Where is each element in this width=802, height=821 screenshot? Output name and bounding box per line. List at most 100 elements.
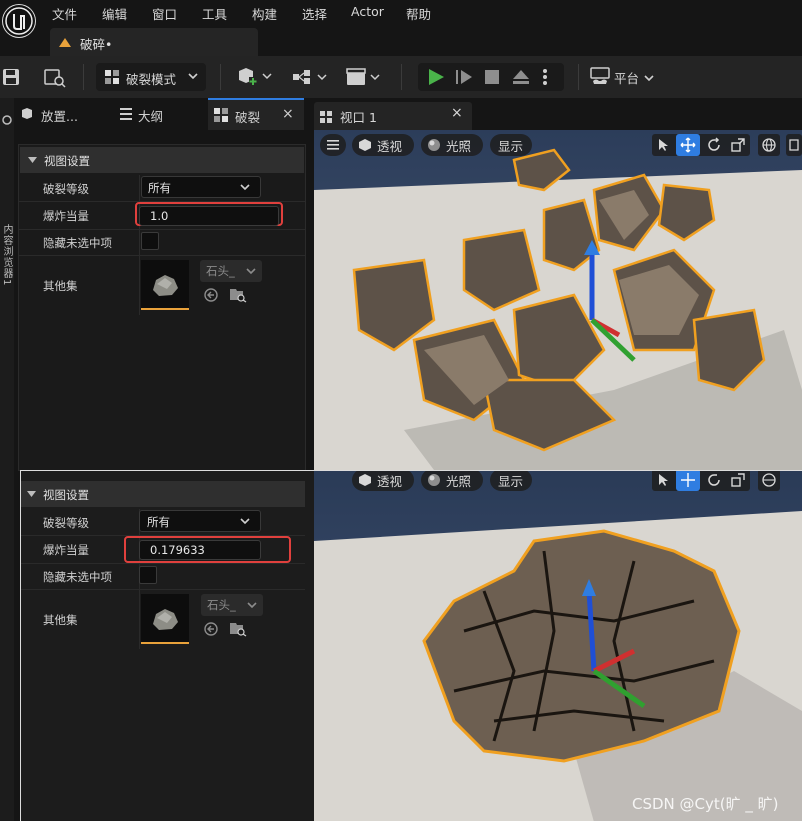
viewport-tab[interactable]: 视口 1 × xyxy=(314,102,472,130)
stop-icon[interactable] xyxy=(484,69,500,85)
scale-icon[interactable] xyxy=(730,137,746,153)
use-selected-icon[interactable] xyxy=(204,622,218,636)
asset-combo[interactable]: 石头_ xyxy=(200,260,262,282)
menu-build[interactable]: 构建 xyxy=(252,4,277,23)
sphere-icon xyxy=(428,474,440,486)
blueprint-icon[interactable] xyxy=(292,68,330,86)
document-tab[interactable]: 破碎• xyxy=(50,28,258,56)
cube-icon xyxy=(359,139,371,151)
show-button[interactable]: 显示 xyxy=(490,471,532,491)
perspective-button[interactable]: 透视 xyxy=(352,471,414,491)
section-title: 视图设置 xyxy=(44,154,90,168)
details-panel-bottom: 视图设置 破裂等级 所有 爆炸当量 0.179633 隐藏未选中项 其他集 石头… xyxy=(20,470,314,821)
step-icon[interactable] xyxy=(455,68,473,86)
menu-actor[interactable]: Actor xyxy=(351,4,384,19)
snap-button[interactable] xyxy=(786,134,802,156)
lighting-button[interactable]: 光照 xyxy=(421,471,483,491)
lighting-button[interactable]: 光照 xyxy=(421,134,483,156)
chevron-down-icon xyxy=(240,184,250,191)
section-header[interactable]: 视图设置 xyxy=(21,481,305,507)
chevron-down-icon xyxy=(246,268,256,275)
menu-help[interactable]: 帮助 xyxy=(406,4,431,23)
coordinate-space-button[interactable] xyxy=(758,471,780,491)
section-title: 视图设置 xyxy=(43,488,89,502)
menu-edit[interactable]: 编辑 xyxy=(102,4,127,23)
tab-outliner-label: 大纲 xyxy=(138,109,164,124)
hamburger-icon xyxy=(327,140,339,150)
menu-file[interactable]: 文件 xyxy=(52,4,77,23)
hide-unselected-checkbox[interactable] xyxy=(141,232,159,250)
hide-unselected-checkbox[interactable] xyxy=(139,566,157,584)
other-sets-label: 其他集 xyxy=(43,613,78,627)
column-divider xyxy=(139,175,140,315)
explode-amount-field[interactable]: 1.0 xyxy=(139,206,279,226)
menu-select[interactable]: 选择 xyxy=(302,4,327,23)
fracture-level-combo[interactable]: 所有 xyxy=(139,510,261,532)
asset-thumbnail[interactable] xyxy=(141,594,189,644)
fracture-level-label: 破裂等级 xyxy=(43,182,89,196)
content-drawer-strip[interactable]: 内容浏览器1 xyxy=(0,98,14,821)
sphere-icon xyxy=(428,139,440,151)
other-sets-label: 其他集 xyxy=(43,279,78,293)
content-browser-icon[interactable] xyxy=(44,68,66,88)
scale-icon[interactable] xyxy=(730,472,746,488)
globe-icon xyxy=(762,138,776,152)
collapse-arrow-icon xyxy=(28,157,37,163)
hide-unselected-label: 隐藏未选中项 xyxy=(43,236,112,250)
browse-icon[interactable] xyxy=(229,621,247,637)
tab-outliner[interactable]: 大纲 xyxy=(114,98,202,130)
tab-fracture[interactable]: 破裂 × xyxy=(208,98,304,130)
unreal-logo-icon[interactable] xyxy=(2,4,36,38)
eject-icon[interactable] xyxy=(512,68,530,86)
add-actor-icon[interactable] xyxy=(236,67,274,87)
fracture-level-combo[interactable]: 所有 xyxy=(141,176,261,198)
viewport-tab-label: 视口 1 xyxy=(340,110,377,125)
row-divider xyxy=(19,229,305,230)
fracture-mode-icon xyxy=(105,70,119,84)
viewport-exploded[interactable]: 透视 光照 显示 xyxy=(314,130,802,470)
place-actors-icon xyxy=(22,108,32,119)
row-divider xyxy=(19,255,305,256)
platform-dropdown[interactable]: 平台 xyxy=(590,65,662,89)
fracture-level-value: 所有 xyxy=(147,515,170,529)
globe-icon xyxy=(762,473,776,487)
content-browser-label: 内容浏览器1 xyxy=(1,224,12,287)
close-icon[interactable]: × xyxy=(451,105,463,121)
close-icon[interactable]: × xyxy=(282,106,294,122)
more-icon[interactable] xyxy=(542,68,548,86)
select-icon[interactable] xyxy=(658,138,670,152)
asset-thumbnail[interactable] xyxy=(141,260,189,310)
save-icon[interactable] xyxy=(2,68,20,86)
translate-icon[interactable] xyxy=(680,137,696,153)
use-selected-icon[interactable] xyxy=(204,288,218,302)
mode-dropdown[interactable]: 破裂模式 xyxy=(96,63,206,91)
chevron-down-icon xyxy=(188,73,198,80)
menu-tools[interactable]: 工具 xyxy=(202,4,227,23)
play-icon[interactable] xyxy=(427,68,445,86)
viewport-assembled[interactable]: 透视 光照 显示 CSDN @Cyt(旷 _ 旷) xyxy=(314,470,802,821)
cinematics-icon[interactable] xyxy=(345,67,383,87)
transform-tools xyxy=(652,134,750,156)
perspective-button[interactable]: 透视 xyxy=(352,134,414,156)
translate-icon[interactable] xyxy=(680,472,696,488)
toolbar-separator xyxy=(83,64,84,90)
explode-amount-label: 爆炸当量 xyxy=(43,209,89,223)
viewport-options-button[interactable] xyxy=(320,134,346,156)
asset-combo[interactable]: 石头_ xyxy=(201,594,263,616)
tab-place-actors[interactable]: 放置... xyxy=(14,98,110,130)
collapse-arrow-icon xyxy=(27,491,36,497)
rotate-icon[interactable] xyxy=(706,137,722,153)
select-icon[interactable] xyxy=(658,473,670,487)
explode-amount-field[interactable]: 0.179633 xyxy=(139,540,261,560)
section-header[interactable]: 视图设置 xyxy=(20,147,304,173)
menu-window[interactable]: 窗口 xyxy=(152,4,177,23)
play-controls xyxy=(418,63,564,91)
show-button[interactable]: 显示 xyxy=(490,134,532,156)
coordinate-space-button[interactable] xyxy=(758,134,780,156)
rotate-icon[interactable] xyxy=(706,472,722,488)
toolbar-separator xyxy=(578,64,579,90)
fracture-mode-icon xyxy=(214,108,228,122)
fracture-level-label: 破裂等级 xyxy=(43,516,89,530)
asset-combo-label: 石头_ xyxy=(207,598,236,612)
browse-icon[interactable] xyxy=(229,287,247,303)
